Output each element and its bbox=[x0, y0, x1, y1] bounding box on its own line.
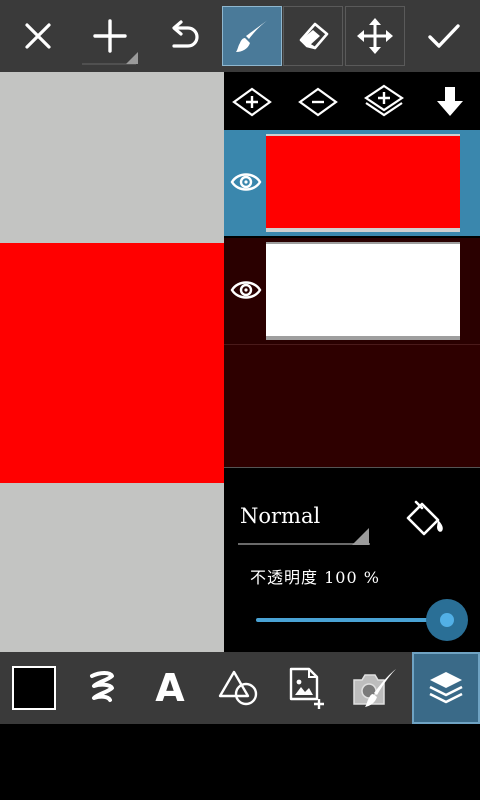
color-picker-button[interactable] bbox=[0, 652, 68, 724]
canvas-red-shape bbox=[0, 243, 224, 483]
dropdown-corner-icon bbox=[352, 528, 369, 545]
close-button[interactable] bbox=[8, 6, 68, 66]
layer-row-1[interactable] bbox=[224, 130, 480, 236]
opacity-slider-track[interactable] bbox=[256, 618, 448, 622]
bottom-empty-area bbox=[0, 724, 480, 800]
undo-icon bbox=[172, 20, 199, 48]
opacity-slider-knob-center bbox=[440, 613, 454, 627]
stroke-icon bbox=[90, 671, 114, 702]
layer-row-2[interactable] bbox=[224, 238, 480, 344]
eye-icon[interactable] bbox=[230, 276, 262, 304]
opacity-label: 不透明度 100 % bbox=[250, 568, 380, 587]
duplicate-layer-button[interactable] bbox=[362, 82, 406, 122]
eraser-icon bbox=[299, 22, 329, 50]
stroke-tool-button[interactable] bbox=[68, 652, 136, 724]
eye-icon[interactable] bbox=[230, 168, 262, 196]
add-layer-button[interactable] bbox=[230, 82, 274, 122]
brush-tool-button[interactable] bbox=[222, 6, 282, 66]
camera-brush-button[interactable] bbox=[340, 652, 408, 724]
move-icon bbox=[357, 18, 393, 54]
close-icon bbox=[25, 23, 51, 49]
blend-settings: Normal 不透明度 100 % bbox=[224, 468, 480, 652]
layers-icon bbox=[429, 672, 463, 704]
color-swatch-icon bbox=[12, 666, 56, 710]
add-button[interactable] bbox=[80, 6, 140, 66]
brush-icon bbox=[236, 20, 268, 52]
text-icon: A bbox=[155, 666, 185, 710]
eraser-tool-button[interactable] bbox=[283, 6, 343, 66]
undo-button[interactable] bbox=[154, 6, 214, 66]
apply-button[interactable] bbox=[414, 6, 474, 66]
bottom-toolbar: A bbox=[0, 652, 480, 724]
text-tool-button[interactable]: A bbox=[136, 652, 204, 724]
duplicate-layer-icon bbox=[364, 84, 404, 117]
paint-bucket-icon[interactable] bbox=[400, 496, 448, 544]
add-layer-icon bbox=[232, 87, 272, 117]
remove-layer-button[interactable] bbox=[296, 82, 340, 122]
layer-actions-bar bbox=[224, 72, 480, 128]
layer-thumbnail-1 bbox=[266, 134, 460, 232]
shapes-icon bbox=[218, 670, 258, 706]
blend-mode-underline bbox=[238, 543, 370, 545]
move-tool-button[interactable] bbox=[345, 6, 405, 66]
layer-list-empty-area bbox=[224, 344, 480, 468]
blend-mode-select[interactable]: Normal bbox=[240, 504, 320, 528]
camera-brush-icon bbox=[353, 669, 396, 707]
add-image-button[interactable] bbox=[272, 652, 340, 724]
layers-button[interactable] bbox=[412, 652, 480, 724]
merge-down-button[interactable] bbox=[428, 82, 472, 122]
checkmark-icon bbox=[428, 24, 460, 48]
add-image-icon bbox=[289, 667, 324, 709]
top-toolbar bbox=[0, 0, 480, 72]
arrow-down-icon bbox=[437, 87, 463, 116]
shapes-tool-button[interactable] bbox=[204, 652, 272, 724]
remove-layer-icon bbox=[298, 87, 338, 117]
layer-thumbnail-2 bbox=[266, 242, 460, 340]
plus-icon bbox=[82, 19, 138, 65]
